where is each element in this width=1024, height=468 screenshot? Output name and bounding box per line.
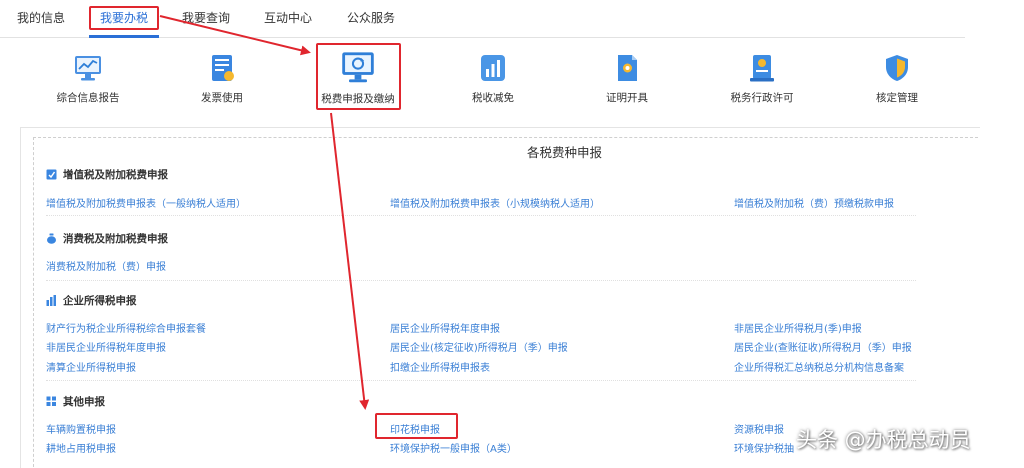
- license-document-icon: [750, 55, 774, 82]
- divider: [46, 380, 916, 381]
- tab-my-info[interactable]: 我的信息: [17, 9, 65, 26]
- panel-title: 各税费种申报: [527, 145, 603, 160]
- link-vat-general-taxpayer[interactable]: 增值税及附加税费申报表（一般纳税人适用）: [46, 195, 246, 210]
- link-cit-resident-assessed-monthly[interactable]: 居民企业(核定征收)所得税月（季）申报: [390, 339, 568, 354]
- link-cit-resident-audited-monthly[interactable]: 居民企业(查账征收)所得税月（季）申报: [734, 339, 912, 354]
- link-vehicle-purchase-tax[interactable]: 车辆购置税申报: [46, 421, 116, 436]
- tax-filing-panel: [33, 137, 978, 468]
- link-farmland-occupation-tax[interactable]: 耕地占用税申报: [46, 440, 116, 455]
- service-comprehensive-info-report[interactable]: 综合信息报告: [33, 52, 143, 105]
- shield-icon: [886, 55, 908, 81]
- section-other-filings-heading: 其他申报: [46, 394, 105, 409]
- invoice-document-icon: [212, 55, 234, 81]
- service-label: 税收减免: [472, 92, 514, 104]
- watermark: 头条 @办税总动员: [796, 428, 971, 452]
- service-label: 证明开具: [606, 92, 648, 104]
- link-cit-liquidation[interactable]: 清算企业所得税申报: [46, 359, 136, 374]
- annotation-box-tab: [89, 6, 159, 30]
- building-chart-icon: [46, 295, 56, 306]
- link-vat-prepayment[interactable]: 增值税及附加税（费）预缴税款申报: [734, 195, 894, 210]
- grid-icon: [46, 396, 56, 406]
- annotation-box-stamp-duty: [375, 413, 458, 439]
- link-cit-consolidated-branch-filing[interactable]: 企业所得税汇总纳税总分机构信息备案: [734, 359, 904, 374]
- service-invoice-use[interactable]: 发票使用: [167, 52, 277, 105]
- tab-query[interactable]: 我要查询: [182, 9, 230, 26]
- link-cit-property-combined-package[interactable]: 财产行为税企业所得税综合申报套餐: [46, 320, 206, 335]
- link-environmental-tax-general-a[interactable]: 环境保护税一般申报（A类）: [390, 440, 517, 455]
- section-title: 消费税及附加税费申报: [63, 233, 168, 245]
- money-bag-icon: [47, 233, 56, 244]
- service-label: 税务行政许可: [730, 92, 794, 104]
- section-title: 增值税及附加税费申报: [63, 169, 168, 181]
- link-cit-nonresident-monthly-quarterly[interactable]: 非居民企业所得税月(季)申报: [734, 320, 862, 335]
- bar-chart-icon: [481, 55, 505, 81]
- service-administrative-license[interactable]: 税务行政许可: [707, 52, 817, 105]
- service-label: 核定管理: [876, 92, 918, 104]
- section-vat-heading: 增值税及附加税费申报: [46, 167, 168, 182]
- monitor-chart-icon: [75, 56, 101, 81]
- divider: [46, 280, 916, 281]
- link-consumption-tax-filing[interactable]: 消费税及附加税（费）申报: [46, 258, 166, 273]
- section-title: 企业所得税申报: [63, 295, 137, 307]
- service-assessment-management[interactable]: 核定管理: [842, 52, 952, 105]
- certificate-document-icon: [618, 55, 637, 81]
- annotation-box-tax-filing-service: [316, 43, 401, 110]
- divider: [46, 215, 916, 216]
- link-resource-tax[interactable]: 资源税申报: [734, 421, 784, 436]
- link-environmental-tax-sampling[interactable]: 环境保护税抽: [734, 440, 794, 455]
- section-consumption-tax-heading: 消费税及附加税费申报: [46, 231, 168, 246]
- link-cit-resident-annual[interactable]: 居民企业所得税年度申报: [390, 320, 500, 335]
- link-cit-withholding[interactable]: 扣缴企业所得税申报表: [390, 359, 490, 374]
- tab-interaction-center[interactable]: 互动中心: [264, 9, 312, 26]
- service-certificate-issuance[interactable]: 证明开具: [572, 52, 682, 105]
- link-vat-small-scale-taxpayer[interactable]: 增值税及附加税费申报表（小规模纳税人适用）: [390, 195, 600, 210]
- edit-checkbox-icon: [46, 169, 57, 180]
- section-corporate-income-tax-heading: 企业所得税申报: [46, 293, 137, 308]
- link-cit-nonresident-annual[interactable]: 非居民企业所得税年度申报: [46, 339, 166, 354]
- service-label: 发票使用: [201, 92, 243, 104]
- section-title: 其他申报: [63, 396, 105, 408]
- service-tax-reduction[interactable]: 税收减免: [438, 52, 548, 105]
- service-label: 综合信息报告: [56, 92, 120, 104]
- active-tab-indicator: [89, 35, 159, 38]
- tab-public-service[interactable]: 公众服务: [347, 9, 395, 26]
